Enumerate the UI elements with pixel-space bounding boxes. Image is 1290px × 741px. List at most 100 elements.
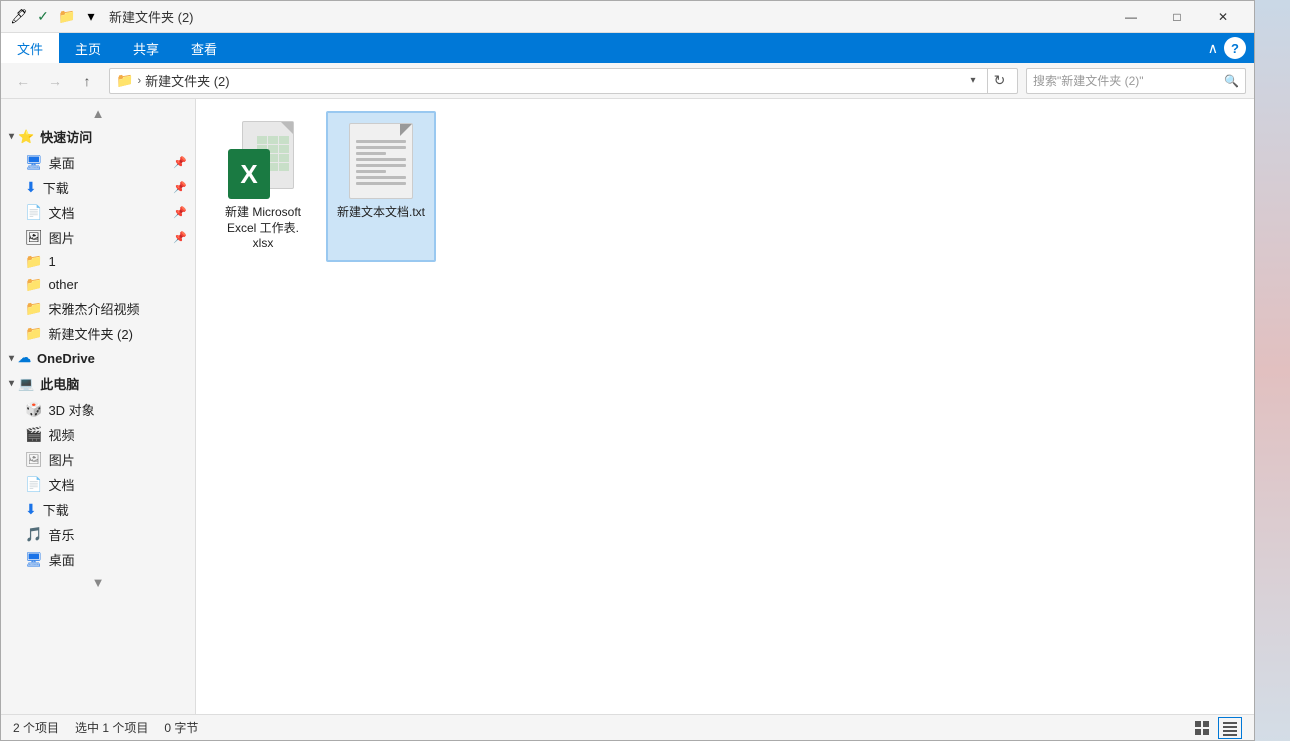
onedrive-label: OneDrive: [37, 351, 95, 366]
check-icon: ✓: [33, 7, 53, 27]
sidebar-item-pictures[interactable]: 🖼 图片: [1, 447, 195, 472]
menu-bar: 文件 主页 共享 查看 ∧ ?: [1, 33, 1254, 63]
menu-file[interactable]: 文件: [1, 33, 59, 63]
sidebar-item-docs-label: 文档: [48, 203, 74, 222]
txt-line-5: [356, 164, 406, 167]
address-refresh-button[interactable]: ↻: [987, 68, 1011, 94]
quick-access-label: 快速访问: [40, 127, 92, 146]
quick-access-chevron: ▾: [9, 131, 14, 142]
sidebar-item-1[interactable]: 📁 1: [1, 250, 195, 273]
sidebar-item-download-label: 下载: [43, 178, 69, 197]
sidebar-item-video[interactable]: 🎬 视频: [1, 422, 195, 447]
view-list-button[interactable]: [1190, 717, 1214, 739]
sidebar-item-pictures-qa[interactable]: 🖼 图片 📌: [1, 225, 195, 250]
sidebar-item-1-label: 1: [48, 254, 55, 269]
music-icon: 🎵: [25, 526, 42, 543]
menu-home[interactable]: 主页: [59, 33, 117, 63]
view-details-button[interactable]: [1218, 717, 1242, 739]
onedrive-icon: ☁: [18, 350, 31, 366]
back-button[interactable]: ←: [9, 67, 37, 95]
sidebar: ▲ ▾ ⭐ 快速访问 🖥 桌面 📌 ⬇ 下载 📌 📄 文档 📌: [1, 99, 196, 714]
address-separator: ›: [137, 75, 141, 87]
sidebar-item-songya[interactable]: 📁 宋雅杰介绍视频: [1, 296, 195, 321]
sidebar-item-desktop-qa[interactable]: 🖥 桌面 📌: [1, 150, 195, 175]
file-icon: 🖊: [9, 7, 29, 27]
sidebar-item-pictures-pc-label: 图片: [49, 450, 75, 469]
txt-line-8: [356, 182, 406, 185]
download-icon: ⬇: [25, 179, 37, 196]
pictures-icon: 🖼: [25, 229, 43, 246]
txt-line-2: [356, 146, 406, 149]
sidebar-item-docs-qa[interactable]: 📄 文档 📌: [1, 200, 195, 225]
up-button[interactable]: ↑: [73, 67, 101, 95]
excel-icon: X: [228, 121, 298, 201]
sidebar-item-other[interactable]: 📁 other: [1, 273, 195, 296]
address-dropdown-button[interactable]: ▾: [963, 69, 983, 93]
picture-icon: 🖼: [25, 451, 43, 468]
folder-other-icon: 📁: [25, 276, 42, 293]
sidebar-item-download-qa[interactable]: ⬇ 下载 📌: [1, 175, 195, 200]
txt-line-4: [356, 158, 406, 161]
sidebar-item-desktop-pc[interactable]: 🖥 桌面: [1, 547, 195, 572]
main-area: ▲ ▾ ⭐ 快速访问 🖥 桌面 📌 ⬇ 下载 📌 📄 文档 📌: [1, 99, 1254, 714]
ribbon-collapse-icon[interactable]: ∧: [1208, 40, 1218, 57]
sidebar-item-new-folder[interactable]: 📁 新建文件夹 (2): [1, 321, 195, 346]
background-decoration: [1255, 0, 1290, 741]
address-path-text: 新建文件夹 (2): [145, 71, 230, 90]
sidebar-item-songya-label: 宋雅杰介绍视频: [48, 299, 139, 318]
sidebar-item-docs[interactable]: 📄 文档: [1, 472, 195, 497]
sidebar-item-new-folder-label: 新建文件夹 (2): [48, 324, 133, 343]
pc-icon: 💻: [18, 376, 34, 392]
sidebar-scroll-down[interactable]: ▼: [1, 572, 195, 592]
download-pc-icon: ⬇: [25, 501, 37, 518]
sidebar-item-desktop-label: 桌面: [49, 153, 75, 172]
status-info: 2 个项目 选中 1 个项目 0 字节: [13, 719, 1190, 736]
explorer-window: 🖊 ✓ 📁 ▾ 新建文件夹 (2) — □ ✕ 文件 主页 共享 查看 ∧ ? …: [0, 0, 1255, 741]
close-button[interactable]: ✕: [1200, 1, 1246, 33]
excel-file-label: 新建 MicrosoftExcel 工作表.xlsx: [225, 205, 301, 252]
maximize-button[interactable]: □: [1154, 1, 1200, 33]
folder-songya-icon: 📁: [25, 300, 42, 317]
sidebar-item-other-label: other: [48, 277, 78, 292]
file-content-area[interactable]: X 新建 MicrosoftExcel 工作表.xlsx: [196, 99, 1254, 714]
sidebar-item-desktop-pc-label: 桌面: [49, 550, 75, 569]
txt-line-3: [356, 152, 386, 155]
sidebar-item-3d[interactable]: 🎲 3D 对象: [1, 397, 195, 422]
sidebar-scroll-up[interactable]: ▲: [1, 103, 195, 123]
search-icon[interactable]: 🔍: [1224, 74, 1239, 88]
menu-share[interactable]: 共享: [117, 33, 175, 63]
sidebar-item-pictures-label: 图片: [49, 228, 75, 247]
forward-button[interactable]: →: [41, 67, 69, 95]
sidebar-item-downloads[interactable]: ⬇ 下载: [1, 497, 195, 522]
txt-line-7: [356, 176, 406, 179]
quick-access-star-icon: ⭐: [18, 129, 34, 145]
sidebar-item-music[interactable]: 🎵 音乐: [1, 522, 195, 547]
sidebar-section-this-pc[interactable]: ▾ 💻 此电脑: [1, 370, 195, 397]
title-bar-icons: 🖊 ✓ 📁 ▾: [9, 7, 101, 27]
txt-file-icon-area: [341, 121, 421, 201]
dropdown-icon[interactable]: ▾: [81, 7, 101, 27]
video-icon: 🎬: [25, 426, 42, 443]
file-item-txt[interactable]: 新建文本文档.txt: [326, 111, 436, 262]
address-bar[interactable]: 📁 › 新建文件夹 (2) ▾ ↻: [109, 68, 1018, 94]
sidebar-item-music-label: 音乐: [48, 525, 74, 544]
folder-new-icon: 📁: [25, 325, 42, 342]
folder-1-icon: 📁: [25, 253, 42, 270]
desktop-icon: 🖥: [25, 154, 43, 171]
navigation-bar: ← → ↑ 📁 › 新建文件夹 (2) ▾ ↻ 搜索"新建文件夹 (2)" 🔍: [1, 63, 1254, 99]
help-button[interactable]: ?: [1224, 37, 1246, 59]
sidebar-section-onedrive[interactable]: ▾ ☁ OneDrive: [1, 346, 195, 370]
menu-view[interactable]: 查看: [175, 33, 233, 63]
sidebar-section-quick-access[interactable]: ▾ ⭐ 快速访问: [1, 123, 195, 150]
search-placeholder: 搜索"新建文件夹 (2)": [1033, 72, 1220, 89]
minimize-button[interactable]: —: [1108, 1, 1154, 33]
file-item-excel[interactable]: X 新建 MicrosoftExcel 工作表.xlsx: [208, 111, 318, 262]
item-count: 2 个项目: [13, 719, 59, 736]
sidebar-item-docs-pc-label: 文档: [48, 475, 74, 494]
search-bar[interactable]: 搜索"新建文件夹 (2)" 🔍: [1026, 68, 1246, 94]
title-bar: 🖊 ✓ 📁 ▾ 新建文件夹 (2) — □ ✕: [1, 1, 1254, 33]
window-controls: — □ ✕: [1108, 1, 1246, 33]
txt-line-6: [356, 170, 386, 173]
excel-file-icon-area: X: [223, 121, 303, 201]
pin-icon-2: 📌: [173, 181, 187, 194]
